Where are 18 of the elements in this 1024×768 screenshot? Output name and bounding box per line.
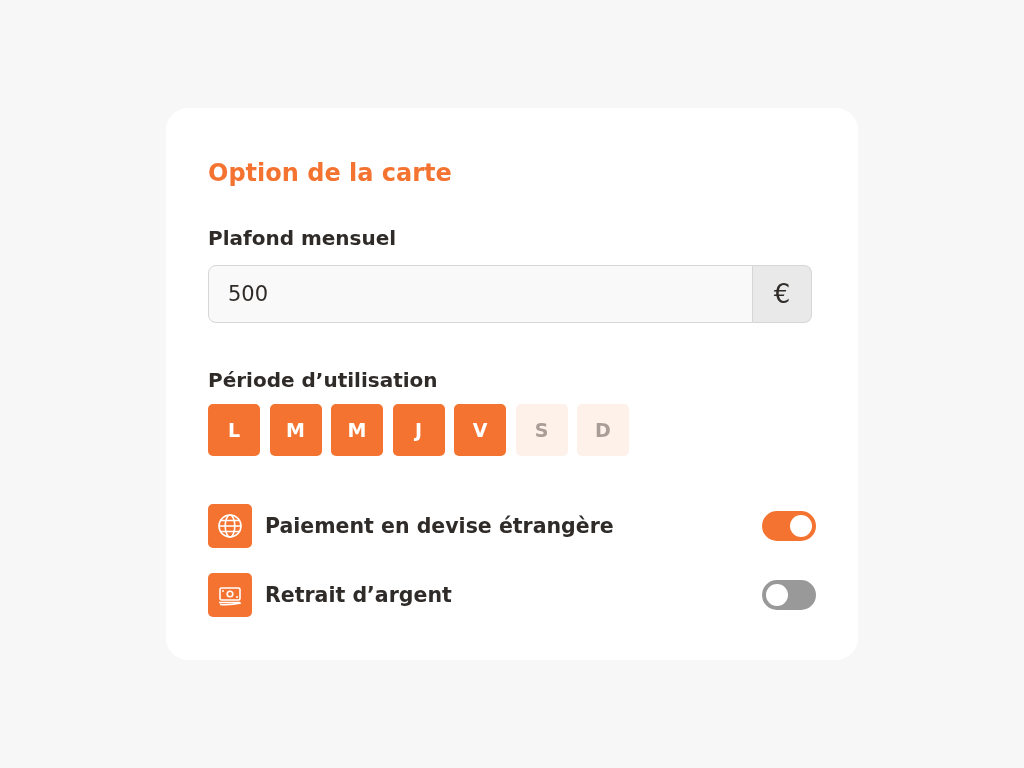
amount-input[interactable]: 500 (208, 265, 753, 323)
day-button[interactable]: D (577, 404, 629, 456)
day-button[interactable]: V (454, 404, 506, 456)
banknote-icon (208, 573, 252, 617)
globe-icon (208, 504, 252, 548)
day-button[interactable]: J (392, 404, 445, 456)
toggle-switch[interactable] (762, 511, 816, 541)
currency-addon: € (753, 265, 812, 323)
option-label: Paiement en devise étrangère (265, 512, 614, 540)
card-title: Option de la carte (208, 158, 452, 188)
option-label: Retrait d’argent (265, 581, 452, 609)
field-label: Période d’utilisation (208, 367, 438, 393)
toggle-switch[interactable] (762, 580, 816, 610)
field-label: Plafond mensuel (208, 225, 397, 251)
day-button[interactable]: S (515, 404, 568, 456)
day-button[interactable]: L (208, 404, 260, 456)
day-button[interactable]: M (331, 404, 383, 456)
day-button[interactable]: M (269, 404, 322, 456)
